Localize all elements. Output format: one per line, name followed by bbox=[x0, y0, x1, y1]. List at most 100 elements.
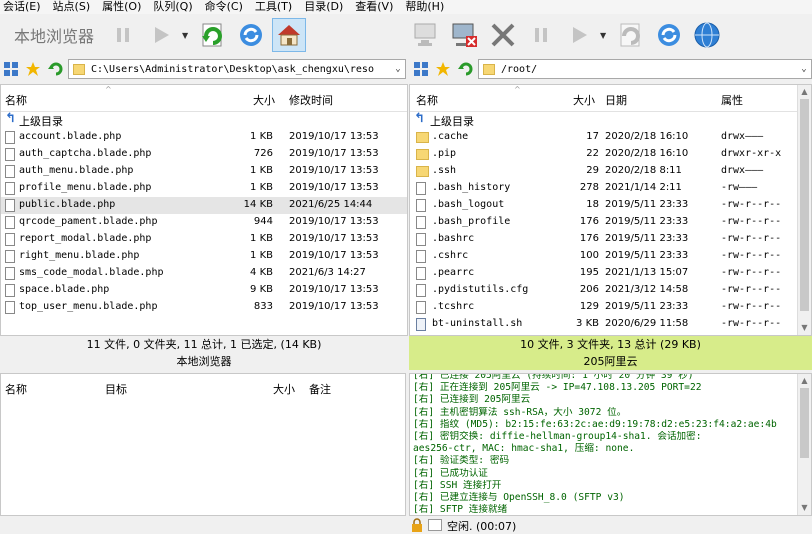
col-header-name[interactable]: 名称 bbox=[416, 92, 438, 108]
queue-col-target[interactable]: 目标 bbox=[105, 381, 127, 397]
scroll-thumb[interactable] bbox=[800, 388, 809, 458]
file-attributes: -rw-r--r-- bbox=[721, 250, 782, 261]
menu-directory[interactable]: 目录(D) bbox=[301, 0, 352, 14]
file-name: .ssh bbox=[432, 165, 457, 176]
file-row[interactable]: auth_captcha.blade.php 726 2019/10/17 13:5… bbox=[1, 146, 407, 163]
menu-properties[interactable]: 属性(O) bbox=[99, 0, 150, 14]
queue-col-note[interactable]: 备注 bbox=[309, 381, 331, 397]
folder-icon bbox=[483, 63, 495, 75]
file-size: 17 bbox=[586, 131, 599, 142]
col-header-size[interactable]: 大小 bbox=[253, 92, 275, 108]
scroll-down-icon[interactable]: ▼ bbox=[798, 501, 811, 515]
menu-view[interactable]: 查看(V) bbox=[352, 0, 402, 14]
log-scrollbar[interactable]: ▲ ▼ bbox=[797, 374, 811, 515]
file-attributes: -rw-r--r-- bbox=[721, 199, 782, 210]
home-button[interactable] bbox=[272, 18, 307, 52]
file-row[interactable]: report_modal.blade.php 1 KB 2019/10/17 13:… bbox=[1, 231, 407, 248]
remote-play-button[interactable] bbox=[562, 18, 596, 52]
star-icon[interactable] bbox=[434, 60, 452, 78]
scroll-thumb[interactable] bbox=[800, 99, 809, 311]
file-row[interactable]: public.blade.php 14 KB 2021/6/25 14:44 bbox=[1, 197, 407, 214]
refresh-button[interactable] bbox=[234, 18, 268, 52]
chevron-down-icon[interactable]: ⌄ bbox=[391, 64, 405, 74]
back-arrow-icon[interactable] bbox=[456, 60, 474, 78]
scroll-up-icon[interactable]: ▲ bbox=[798, 85, 811, 99]
remote-path-input[interactable]: /root/ ⌄ bbox=[478, 59, 812, 79]
parent-directory-row[interactable]: ↰ 上级目录 bbox=[410, 112, 811, 129]
file-name: top_user_menu.blade.php bbox=[19, 301, 158, 312]
grid-view-icon[interactable] bbox=[2, 60, 20, 78]
menu-site[interactable]: 站点(S) bbox=[50, 0, 100, 14]
menu-queue[interactable]: 队列(Q) bbox=[150, 0, 201, 14]
remote-pause-button[interactable] bbox=[524, 18, 558, 52]
play-button[interactable] bbox=[144, 18, 178, 52]
file-size: 100 bbox=[579, 250, 599, 261]
file-row[interactable]: .bash_profile 176 2019/5/11 23:33 -rw-r--r-… bbox=[410, 214, 811, 231]
folder-icon bbox=[416, 149, 429, 160]
chevron-down-icon[interactable]: ▼ bbox=[600, 31, 610, 40]
transfer-refresh-icon bbox=[202, 23, 222, 47]
file-row[interactable]: sms_code_modal.blade.php 4 KB 2021/6/3 14:… bbox=[1, 265, 407, 282]
folder-row[interactable]: .ssh 29 2020/2/18 8:11 drwx——— bbox=[410, 163, 811, 180]
file-row[interactable]: .bash_history 278 2021/1/14 2:11 -rw——— bbox=[410, 180, 811, 197]
menu-help[interactable]: 帮助(H) bbox=[402, 0, 453, 14]
file-row[interactable]: .bashrc 176 2019/5/11 23:33 -rw-r--r-- bbox=[410, 231, 811, 248]
file-row[interactable]: .pearrc 195 2021/1/13 15:07 -rw-r--r-- bbox=[410, 265, 811, 282]
menu-tools[interactable]: 工具(T) bbox=[252, 0, 301, 14]
file-size: 29 bbox=[586, 165, 599, 176]
transfer-button[interactable] bbox=[196, 18, 230, 52]
col-header-name[interactable]: 名称 bbox=[5, 92, 27, 108]
local-status-name: 本地浏览器 bbox=[176, 355, 232, 368]
log-line: [右] 已成功认证 bbox=[413, 467, 488, 479]
col-header-attributes[interactable]: 属性 bbox=[721, 92, 743, 108]
remote-file-list: ^ 名称 大小 日期 属性 ↰ 上级目录 .cache 17 2020/2/18 1… bbox=[409, 84, 812, 336]
file-row[interactable]: top_user_menu.blade.php 833 2019/10/17 13:… bbox=[1, 299, 407, 316]
log-line: [右] 正在连接到 205阿里云 -> IP=47.108.13.205 POR… bbox=[413, 382, 702, 394]
file-row[interactable]: .tcshrc 129 2019/5/11 23:33 -rw-r--r-- bbox=[410, 299, 811, 316]
globe-button[interactable] bbox=[690, 18, 724, 52]
scroll-down-icon[interactable]: ▼ bbox=[798, 321, 811, 335]
local-path-input[interactable]: C:\Users\Administrator\Desktop\ask_cheng… bbox=[68, 59, 406, 79]
file-row[interactable]: .cshrc 100 2019/5/11 23:33 -rw-r--r-- bbox=[410, 248, 811, 265]
remote-transfer-button[interactable] bbox=[614, 18, 648, 52]
col-header-date[interactable]: 日期 bbox=[605, 92, 627, 108]
file-row[interactable]: bt-uninstall.sh 3 KB 2020/6/29 11:58 -rw-r-… bbox=[410, 316, 811, 333]
back-arrow-icon[interactable] bbox=[46, 60, 64, 78]
folder-row[interactable]: .pip 22 2020/2/18 16:10 drwxr-xr-x bbox=[410, 146, 811, 163]
disconnect-button[interactable] bbox=[448, 18, 482, 52]
file-row[interactable]: space.blade.php 9 KB 2019/10/17 13:53 bbox=[1, 282, 407, 299]
file-date: 2019/5/11 23:33 bbox=[605, 233, 689, 244]
parent-directory-row[interactable]: ↰ 上级目录 bbox=[1, 112, 407, 129]
scroll-up-icon[interactable]: ▲ bbox=[798, 374, 811, 388]
file-row[interactable]: account.blade.php 1 KB 2019/10/17 13:53 bbox=[1, 129, 407, 146]
remote-refresh-button[interactable] bbox=[652, 18, 686, 52]
col-header-size[interactable]: 大小 bbox=[573, 92, 595, 108]
grid-view-icon[interactable] bbox=[412, 60, 430, 78]
file-name: .bash_history bbox=[432, 182, 511, 193]
connect-button[interactable] bbox=[410, 18, 444, 52]
menu-session[interactable]: 会话(E) bbox=[0, 0, 50, 14]
file-date: 2021/1/14 2:11 bbox=[605, 182, 682, 193]
file-row[interactable]: .pydistutils.cfg 206 2021/3/12 14:58 -rw-r-… bbox=[410, 282, 811, 299]
file-row[interactable]: right_menu.blade.php 1 KB 2019/10/17 13:53 bbox=[1, 248, 407, 265]
file-name: .bash_logout bbox=[432, 199, 505, 210]
chevron-down-icon[interactable]: ⌄ bbox=[797, 64, 811, 74]
menu-commands[interactable]: 命令(C) bbox=[202, 0, 252, 14]
chevron-down-icon[interactable]: ▼ bbox=[182, 31, 192, 40]
file-icon bbox=[5, 165, 15, 178]
remote-list-scrollbar[interactable]: ▲ ▼ bbox=[797, 85, 811, 335]
star-icon[interactable] bbox=[24, 60, 42, 78]
file-row[interactable]: auth_menu.blade.php 1 KB 2019/10/17 13:53 bbox=[1, 163, 407, 180]
file-row[interactable]: profile_menu.blade.php 1 KB 2019/10/17 13:… bbox=[1, 180, 407, 197]
folder-row[interactable]: .cache 17 2020/2/18 16:10 drwx——— bbox=[410, 129, 811, 146]
file-row[interactable]: .bash_logout 18 2019/5/11 23:33 -rw-r--r-- bbox=[410, 197, 811, 214]
stop-button[interactable] bbox=[486, 18, 520, 52]
file-row[interactable]: qrcode_pament.blade.php 944 2019/10/17 13:… bbox=[1, 214, 407, 231]
file-modified: 2019/10/17 13:53 bbox=[289, 301, 379, 312]
pause-button[interactable] bbox=[106, 18, 140, 52]
session-log: [右] 已连接 205阿里云 (持续时间: 1 小时 20 分钟 39 秒) [右… bbox=[409, 373, 812, 516]
queue-col-name[interactable]: 名称 bbox=[5, 381, 27, 397]
file-size: 18 bbox=[586, 199, 599, 210]
col-header-modified[interactable]: 修改时间 bbox=[289, 92, 333, 108]
queue-col-size[interactable]: 大小 bbox=[273, 381, 295, 397]
